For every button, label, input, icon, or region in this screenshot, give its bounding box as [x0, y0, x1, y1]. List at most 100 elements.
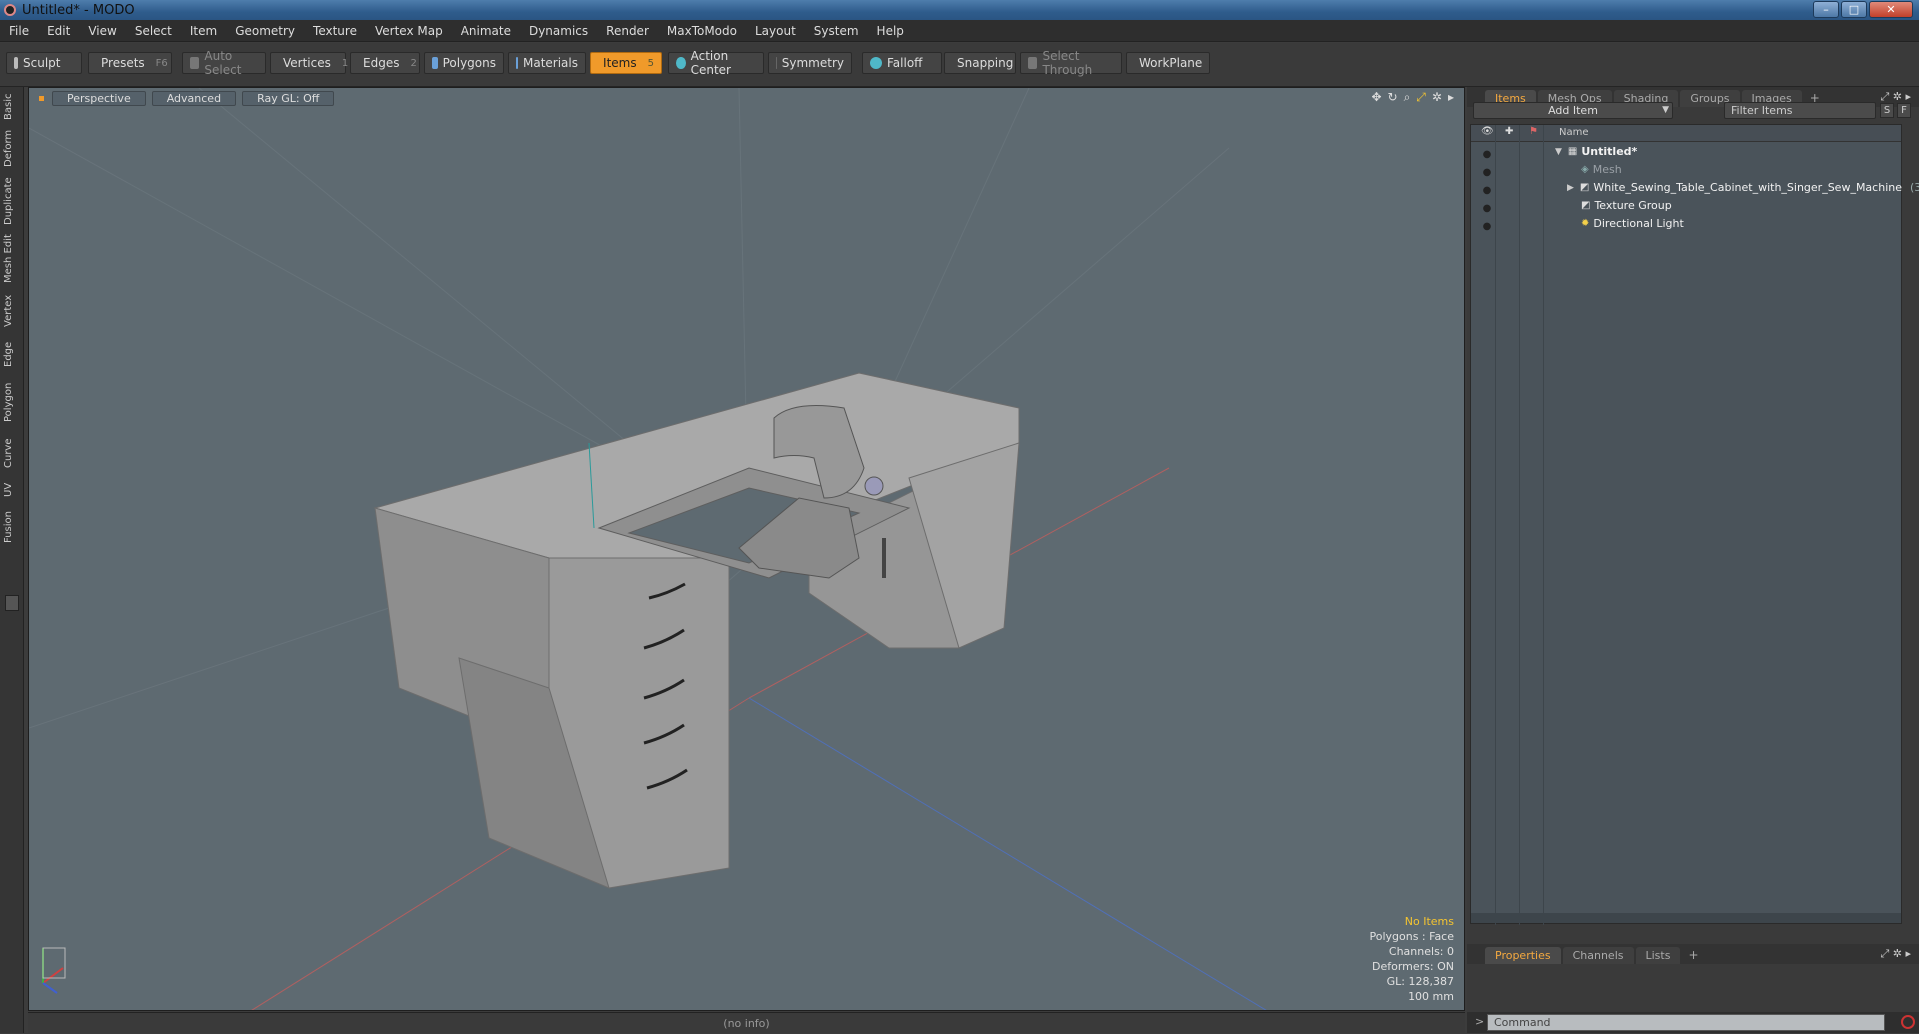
menu-edit[interactable]: Edit — [38, 24, 79, 38]
symmetry-button[interactable]: Symmetry — [768, 52, 852, 74]
s-button[interactable]: S — [1880, 103, 1894, 118]
tab-edge[interactable]: Edge — [3, 337, 21, 371]
add-item-dropdown[interactable]: Add Item▼ — [1473, 102, 1673, 119]
3d-viewport[interactable]: Perspective Advanced Ray GL: Off ✥ ↻ ⌕ ⤢… — [28, 87, 1465, 1011]
tab-lists[interactable]: Lists — [1636, 947, 1681, 964]
tab-duplicate[interactable]: Duplicate — [3, 175, 21, 227]
tab-uv[interactable]: UV — [3, 479, 21, 501]
name-column-header[interactable]: Name — [1559, 127, 1589, 138]
viewport-menu-icon[interactable] — [39, 96, 44, 101]
stat-gl: GL: 128,387 — [1369, 974, 1454, 989]
eye-icon[interactable]: ● — [1481, 200, 1493, 212]
tree-row-directional-light[interactable]: ● ✹Directional Light — [1471, 215, 1901, 233]
horizontal-scrollbar[interactable] — [1471, 913, 1901, 923]
fit-view-icon[interactable]: ⤢ — [1416, 90, 1426, 105]
tab-deform[interactable]: Deform — [3, 127, 21, 169]
sculpt-button[interactable]: Sculpt — [6, 52, 82, 74]
minimize-button[interactable]: – — [1813, 1, 1839, 18]
lock-column-icon[interactable]: ✚ — [1505, 126, 1513, 137]
viewport-stats: No Items Polygons : Face Channels: 0 Def… — [1369, 914, 1454, 1004]
filter-items-input[interactable]: Filter Items — [1724, 102, 1876, 119]
menu-bar: File Edit View Select Item Geometry Text… — [0, 20, 1919, 42]
stat-deformers: Deformers: ON — [1369, 959, 1454, 974]
maximize-button[interactable]: □ — [1841, 1, 1867, 18]
view-advanced[interactable]: Advanced — [152, 91, 236, 106]
stat-channels: Channels: 0 — [1369, 944, 1454, 959]
menu-animate[interactable]: Animate — [452, 24, 520, 38]
menu-maxtomodo[interactable]: MaxToModo — [658, 24, 746, 38]
vertices-button[interactable]: Vertices1 — [270, 52, 346, 74]
eye-icon[interactable]: ● — [1481, 146, 1493, 158]
materials-button[interactable]: Materials — [508, 52, 586, 74]
auto-select-button[interactable]: Auto Select — [182, 52, 266, 74]
snapping-button[interactable]: Snapping — [944, 52, 1016, 74]
tab-properties[interactable]: Properties — [1485, 947, 1561, 964]
tree-row-untitled[interactable]: ● ▼▦Untitled* — [1471, 143, 1901, 161]
item-list: 👁 ✚ ⚑ Name ● ▼▦Untitled* ● ◈Mesh ● ▶◩Whi… — [1470, 124, 1902, 924]
close-button[interactable]: ✕ — [1869, 1, 1913, 18]
action-center-button[interactable]: Action Center — [668, 52, 764, 74]
tab-fusion[interactable]: Fusion — [3, 507, 21, 547]
rotate-view-icon[interactable]: ↻ — [1388, 90, 1398, 105]
tab-polygon[interactable]: Polygon — [3, 377, 21, 427]
command-input[interactable]: Command — [1487, 1014, 1885, 1031]
scene-icon: ▦ — [1568, 143, 1577, 161]
properties-panel — [1470, 965, 1916, 1009]
eye-icon[interactable]: ● — [1481, 218, 1493, 230]
move-view-icon[interactable]: ✥ — [1371, 90, 1381, 105]
edges-button[interactable]: Edges2 — [350, 52, 420, 74]
select-through-button[interactable]: Select Through — [1020, 52, 1122, 74]
menu-item[interactable]: Item — [181, 24, 226, 38]
tree-row-mesh[interactable]: ● ◈Mesh — [1471, 161, 1901, 179]
menu-texture[interactable]: Texture — [304, 24, 366, 38]
menu-system[interactable]: System — [805, 24, 868, 38]
eye-icon[interactable]: ● — [1481, 164, 1493, 176]
chevron-down-icon: ▼ — [1662, 103, 1669, 118]
menu-select[interactable]: Select — [126, 24, 181, 38]
tab-curve[interactable]: Curve — [3, 433, 21, 473]
menu-layout[interactable]: Layout — [746, 24, 805, 38]
menu-help[interactable]: Help — [868, 24, 913, 38]
status-bar: (no info) — [28, 1012, 1465, 1033]
presets-button[interactable]: PresetsF6 — [88, 52, 172, 74]
menu-geometry[interactable]: Geometry — [226, 24, 304, 38]
view-perspective[interactable]: Perspective — [52, 91, 146, 106]
tab-basic[interactable]: Basic — [3, 91, 21, 123]
expand-arrow-icon[interactable]: ▶ — [1567, 179, 1574, 197]
viewport-nav: ✥ ↻ ⌕ ⤢ ✲ ▸ — [1371, 90, 1454, 105]
properties-tabbar: Properties Channels Lists + ⤢ ✲ ▸ — [1467, 944, 1919, 964]
view-settings-icon[interactable]: ✲ — [1432, 90, 1442, 105]
render-column-icon[interactable]: ⚑ — [1529, 126, 1538, 137]
select-through-icon — [1028, 57, 1037, 69]
add-tab-icon[interactable]: + — [1682, 946, 1704, 964]
menu-view[interactable]: View — [79, 24, 125, 38]
tab-channels[interactable]: Channels — [1563, 947, 1634, 964]
tree-row-sewing-table[interactable]: ● ▶◩White_Sewing_Table_Cabinet_with_Sing… — [1471, 179, 1901, 197]
view-raygl[interactable]: Ray GL: Off — [242, 91, 334, 106]
zoom-view-icon[interactable]: ⌕ — [1404, 90, 1411, 105]
viewport-more-icon[interactable]: ▸ — [1448, 90, 1454, 105]
tab-expand-icon[interactable] — [5, 595, 19, 611]
f-button[interactable]: F — [1897, 103, 1911, 118]
workplane-button[interactable]: WorkPlane — [1126, 52, 1210, 74]
tab-mesh-edit[interactable]: Mesh Edit — [3, 233, 21, 285]
panel-controls-icon[interactable]: ⤢ ✲ ▸ — [1880, 947, 1911, 961]
items-button[interactable]: Items5 — [590, 52, 662, 74]
menu-file[interactable]: File — [0, 24, 38, 38]
materials-icon — [516, 57, 518, 69]
tab-vertex[interactable]: Vertex — [3, 291, 21, 331]
menu-render[interactable]: Render — [597, 24, 658, 38]
stop-icon[interactable] — [1901, 1015, 1915, 1029]
falloff-button[interactable]: Falloff — [862, 52, 942, 74]
menu-vertex-map[interactable]: Vertex Map — [366, 24, 452, 38]
polygons-button[interactable]: Polygons — [424, 52, 504, 74]
collapse-arrow-icon[interactable]: ▼ — [1555, 143, 1562, 161]
falloff-icon — [870, 57, 882, 69]
eye-icon[interactable]: ● — [1481, 182, 1493, 194]
action-center-icon — [676, 57, 686, 69]
mesh-icon: ◈ — [1581, 161, 1589, 179]
visibility-column-icon[interactable]: 👁 — [1481, 126, 1494, 137]
tree-row-texture-group[interactable]: ● ◩Texture Group — [1471, 197, 1901, 215]
stat-polygons: Polygons : Face — [1369, 929, 1454, 944]
menu-dynamics[interactable]: Dynamics — [520, 24, 597, 38]
